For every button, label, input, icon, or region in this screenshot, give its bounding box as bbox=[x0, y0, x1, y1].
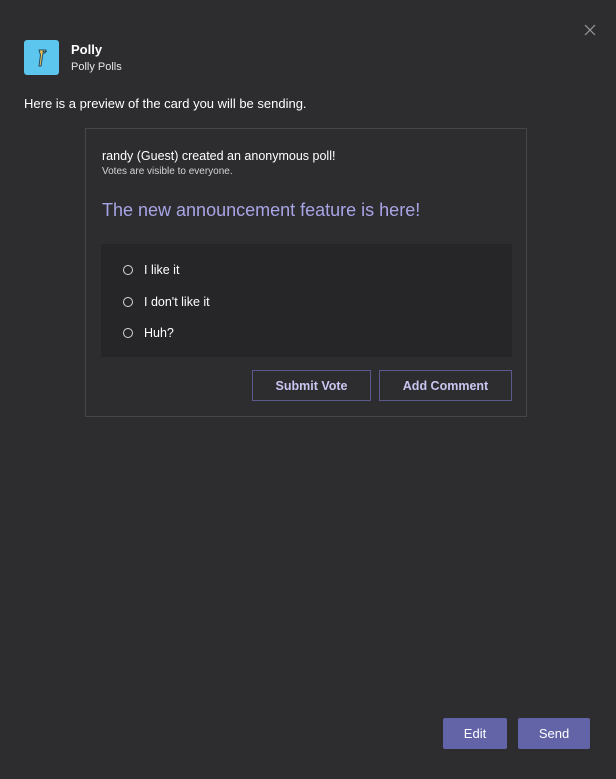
polly-parrot-icon bbox=[24, 40, 59, 75]
close-button[interactable] bbox=[584, 24, 600, 40]
poll-card-preview: randy (Guest) created an anonymous poll!… bbox=[85, 128, 527, 417]
edit-button[interactable]: Edit bbox=[443, 718, 507, 749]
radio-icon[interactable] bbox=[123, 328, 133, 338]
preview-intro-text: Here is a preview of the card you will b… bbox=[24, 96, 307, 111]
close-icon bbox=[584, 24, 596, 36]
poll-question: The new announcement feature is here! bbox=[102, 200, 421, 220]
choice-label: Huh? bbox=[144, 326, 174, 340]
app-subtitle: Polly Polls bbox=[71, 60, 122, 73]
app-header: Polly Polly Polls bbox=[24, 40, 122, 75]
poll-choice-option[interactable]: Huh? bbox=[123, 326, 174, 340]
radio-icon[interactable] bbox=[123, 265, 133, 275]
app-name: Polly bbox=[71, 41, 103, 57]
poll-choices: I like it I don't like it Huh? bbox=[101, 244, 512, 357]
poll-choice-option[interactable]: I like it bbox=[123, 263, 179, 277]
radio-icon[interactable] bbox=[123, 297, 133, 307]
choice-label: I like it bbox=[144, 263, 180, 277]
card-subtitle: Votes are visible to everyone. bbox=[102, 166, 233, 177]
poll-choice-option[interactable]: I don't like it bbox=[123, 295, 210, 309]
send-button[interactable]: Send bbox=[518, 718, 590, 749]
add-comment-button[interactable]: Add Comment bbox=[379, 370, 512, 401]
choice-label: I don't like it bbox=[144, 295, 210, 309]
submit-vote-button[interactable]: Submit Vote bbox=[252, 370, 371, 401]
card-title: randy (Guest) created an anonymous poll! bbox=[102, 149, 336, 163]
